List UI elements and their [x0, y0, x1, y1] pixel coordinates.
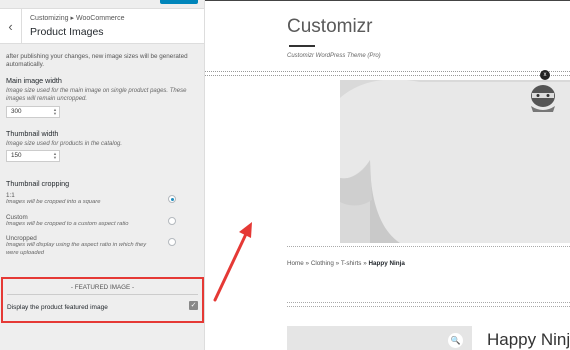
arrow-shaft	[213, 232, 248, 302]
annotation-arrow	[213, 222, 252, 302]
